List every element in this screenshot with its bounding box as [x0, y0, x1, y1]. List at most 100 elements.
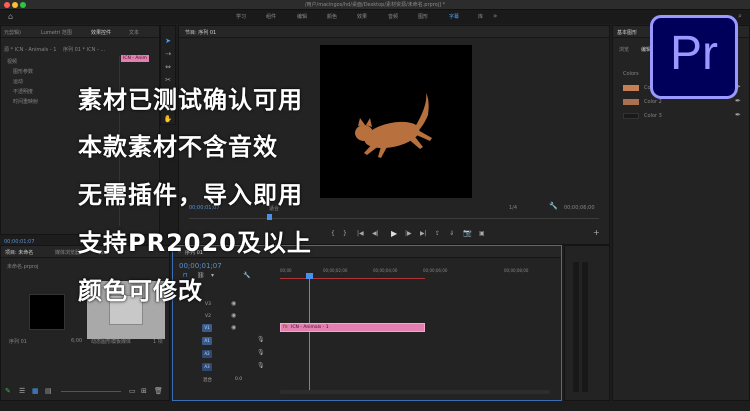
essential-graphics-title[interactable]: 基本图形	[617, 29, 637, 36]
new-item-icon[interactable]: ⊞	[141, 387, 147, 395]
play-button-icon[interactable]: ▶	[391, 229, 397, 238]
timeline-playhead-head[interactable]	[306, 273, 313, 279]
list-view-icon[interactable]: ☰	[19, 387, 25, 395]
zoom-slider-track[interactable]	[61, 391, 121, 392]
forward-icon[interactable]: ▶|	[420, 230, 427, 237]
project-item-sequence-name[interactable]: 序列 01	[9, 338, 27, 345]
selection-tool-icon[interactable]: ➤	[163, 36, 173, 46]
workspace-assembly[interactable]: 组件	[266, 13, 276, 20]
tab-effect-controls[interactable]: 效果控件	[91, 29, 111, 36]
promo-line-5: 颜色可修改	[78, 277, 203, 305]
promo-line-4: 支持PR2020及以上	[78, 229, 312, 257]
track-a1-mic-icon[interactable]: 🎙	[257, 336, 265, 343]
color-3-swatch[interactable]	[623, 113, 639, 119]
home-icon[interactable]: ⌂	[8, 12, 13, 21]
add-button-icon[interactable]: +	[593, 228, 600, 237]
hand-tool-icon[interactable]: ✋	[163, 114, 173, 124]
workspace-effects[interactable]: 效果	[357, 13, 367, 20]
workspace-graphics[interactable]: 图形	[418, 13, 428, 20]
color-2-eyedropper-icon[interactable]: ✒	[735, 97, 741, 105]
source-clip-label[interactable]: 源 * ICN - Animals - 1	[4, 46, 56, 53]
extract-icon[interactable]: ⇓	[449, 230, 454, 237]
track-a2-label: A2	[204, 351, 210, 356]
freeform-view-icon[interactable]: ▤	[45, 387, 52, 395]
search-icon[interactable]: ⌕	[738, 12, 742, 21]
ruler-tick-2: 00;00;04;00	[373, 268, 398, 273]
project-file-label: 未命名.prproj	[7, 264, 39, 270]
audio-meter-right	[582, 262, 588, 392]
promo-line-3: 无需插件，导入即用	[78, 181, 303, 209]
ripple-edit-icon[interactable]: ⇔	[163, 62, 173, 72]
icon-view-icon[interactable]: ▦	[32, 387, 39, 395]
clip-chip: ICN - Anim	[121, 55, 149, 62]
mark-out-icon[interactable]: }	[343, 230, 347, 237]
track-a1-label: A1	[204, 338, 210, 343]
timeline-timecode[interactable]: 00;00;01;07	[179, 262, 222, 270]
project-item-mogrt-count: 1 项	[153, 339, 163, 345]
project-item-mogrt-name[interactable]: 动态图形模板媒体	[91, 338, 131, 345]
effect-opacity[interactable]: 不透明度	[13, 88, 33, 95]
workspace-captions[interactable]: 字幕	[449, 13, 459, 20]
master-track-value: 0.0	[235, 377, 243, 382]
trash-icon[interactable]: 🗑	[154, 387, 163, 395]
color-2-swatch[interactable]	[623, 99, 639, 105]
window-title: /用户/macingos/hd/桌面/Desktop/素材资源/未命名.prpr…	[304, 2, 446, 8]
timeline-panel: × 序列 01 00;00;01;07 ⊓ ⛓ ▾ 🔧 00;00 00;00;…	[172, 245, 562, 401]
tab-lumetri-scopes[interactable]: Lumetri 范围	[41, 29, 72, 36]
premiere-pro-logo-text: Pr	[670, 27, 718, 80]
project-item-sequence-thumb[interactable]	[29, 294, 65, 330]
effect-graphic-params[interactable]: 图形参数	[13, 68, 33, 75]
lift-icon[interactable]: ⇪	[435, 230, 440, 237]
tab-browse[interactable]: 浏览	[619, 46, 629, 53]
tab-text[interactable]: 文本	[129, 29, 139, 36]
effect-motion[interactable]: 运动	[13, 78, 23, 85]
tab-media-browser[interactable]: 媒体浏览器	[55, 249, 80, 256]
workspace-libraries[interactable]: 库	[478, 13, 483, 20]
tab-source[interactable]: 元剪辑)	[4, 29, 21, 36]
color-3-eyedropper-icon[interactable]: ✒	[735, 111, 741, 119]
program-video-canvas[interactable]	[320, 45, 472, 198]
track-a2-toggle[interactable]: A2	[202, 350, 212, 358]
compare-icon[interactable]: ▣	[479, 230, 485, 237]
track-v2-eye-icon[interactable]: ◉	[231, 312, 236, 319]
step-forward-icon[interactable]: |▶	[405, 230, 412, 237]
work-area-bar[interactable]	[280, 278, 425, 279]
workspace-audio[interactable]: 音频	[388, 13, 398, 20]
timeline-playhead[interactable]	[309, 274, 310, 392]
workspace-editing[interactable]: 编辑	[297, 13, 307, 20]
timeline-scrollbar[interactable]	[280, 390, 550, 394]
settings-wrench-icon[interactable]: 🔧	[549, 202, 558, 210]
rewind-icon[interactable]: ◀|	[372, 230, 379, 237]
effect-time-remap[interactable]: 时间重映射	[13, 98, 38, 105]
track-a2-mic-icon[interactable]: 🎙	[257, 349, 265, 356]
audio-meter-left	[573, 262, 579, 392]
add-marker-icon[interactable]: {	[331, 230, 335, 237]
timeline-clip[interactable]: fx ICN - Animals - 1	[280, 323, 425, 332]
new-bin-icon[interactable]: ▭	[129, 387, 136, 395]
workspace-more-icon[interactable]: »	[493, 12, 497, 20]
workspace-color[interactable]: 颜色	[327, 13, 337, 20]
sequence-clip-label[interactable]: 序列 01 * ICN - ...	[63, 46, 105, 53]
timeline-wrench-icon[interactable]: 🔧	[243, 272, 250, 279]
track-v3-eye-icon[interactable]: ◉	[231, 300, 236, 307]
track-v1-eye-icon[interactable]: ◉	[231, 324, 236, 331]
export-frame-icon[interactable]: 📷	[463, 229, 472, 237]
premiere-pro-logo: Pr	[650, 15, 738, 99]
add-marker-timeline-icon[interactable]: ▾	[211, 272, 214, 279]
program-monitor-title[interactable]: 节目: 序列 01	[185, 29, 216, 36]
ruler-tick-0: 00;00	[280, 268, 292, 273]
tab-project[interactable]: 项目: 未命名	[5, 249, 33, 256]
clip-fx-icon: fx	[283, 324, 288, 330]
program-playhead-marker[interactable]	[267, 214, 272, 220]
track-a3-mic-icon[interactable]: 🎙	[257, 362, 265, 369]
track-v1-source-toggle[interactable]: V1	[202, 324, 212, 332]
color-1-swatch[interactable]	[623, 85, 639, 91]
track-a1-toggle[interactable]: A1	[202, 337, 212, 345]
step-back-icon[interactable]: |◀	[357, 230, 364, 237]
pencil-icon[interactable]: ✎	[5, 387, 11, 395]
program-playhead-bar[interactable]	[189, 218, 599, 219]
workspace-learn[interactable]: 学习	[236, 13, 246, 20]
track-a3-toggle[interactable]: A3	[202, 363, 212, 371]
track-select-icon[interactable]: ⇢	[163, 49, 173, 59]
program-zoom-select[interactable]: 1/4	[509, 205, 517, 211]
